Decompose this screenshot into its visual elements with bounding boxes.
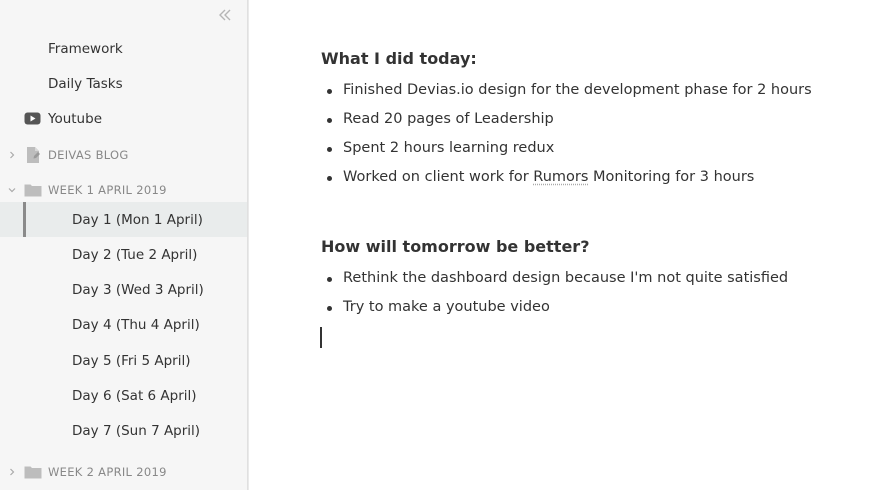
folder-icon xyxy=(24,464,42,480)
bullet-icon xyxy=(327,176,332,181)
chevron-down-icon[interactable] xyxy=(7,185,17,195)
sidebar-item-label: Day 4 (Thu 4 April) xyxy=(72,316,200,333)
editor[interactable]: What I did today: Finished Devias.io des… xyxy=(249,0,880,490)
sidebar: Framework Daily Tasks Youtube DEIVAS BLO… xyxy=(0,0,247,490)
bullet-icon xyxy=(327,277,332,282)
bullet-icon xyxy=(327,118,332,123)
sidebar-item-label: Day 5 (Fri 5 April) xyxy=(72,352,191,369)
bullet-icon xyxy=(327,147,332,152)
sidebar-item-daily-tasks[interactable]: Daily Tasks xyxy=(0,66,247,101)
list-item: Finished Devias.io design for the develo… xyxy=(327,82,812,98)
collapse-sidebar-button[interactable] xyxy=(216,8,234,26)
list-item-text: Rethink the dashboard design because I'm… xyxy=(343,270,789,286)
list-item: Worked on client work for Rumors Monitor… xyxy=(327,169,754,185)
sidebar-item-day-7[interactable]: Day 7 (Sun 7 April) xyxy=(0,413,247,448)
sidebar-item-label: Day 3 (Wed 3 April) xyxy=(72,281,204,298)
list-item: Read 20 pages of Leadership xyxy=(327,111,554,127)
sidebar-item-day-6[interactable]: Day 6 (Sat 6 April) xyxy=(0,378,247,413)
folder-icon xyxy=(24,182,42,198)
sidebar-item-youtube[interactable]: Youtube xyxy=(0,101,247,136)
text-segment: Monitoring for 3 hours xyxy=(588,169,755,185)
chevron-right-icon[interactable] xyxy=(7,150,17,160)
sidebar-item-label: Day 6 (Sat 6 April) xyxy=(72,387,197,404)
section-heading: What I did today: xyxy=(321,49,477,68)
notes-app: Framework Daily Tasks Youtube DEIVAS BLO… xyxy=(0,0,880,490)
sidebar-item-label: Daily Tasks xyxy=(48,75,123,92)
sidebar-item-label: Framework xyxy=(48,40,123,57)
sidebar-item-week-2[interactable]: WEEK 2 APRIL 2019 xyxy=(0,454,247,489)
sidebar-item-framework[interactable]: Framework xyxy=(0,31,247,66)
bullet-icon xyxy=(327,306,332,311)
selection-indicator xyxy=(23,202,26,237)
list-item: Spent 2 hours learning redux xyxy=(327,140,555,156)
list-item-text: Try to make a youtube video xyxy=(343,299,550,315)
list-item: Try to make a youtube video xyxy=(327,299,550,315)
list-item-text: Spent 2 hours learning redux xyxy=(343,140,555,156)
sidebar-item-day-1[interactable]: Day 1 (Mon 1 April) xyxy=(0,202,247,237)
sidebar-item-day-4[interactable]: Day 4 (Thu 4 April) xyxy=(0,307,247,342)
sidebar-item-label: DEIVAS BLOG xyxy=(48,147,129,162)
spellcheck-word[interactable]: Rumors xyxy=(533,169,588,185)
sidebar-item-label: Day 7 (Sun 7 April) xyxy=(72,422,201,439)
sidebar-item-label: Day 2 (Tue 2 April) xyxy=(72,246,198,263)
sidebar-item-label: WEEK 1 APRIL 2019 xyxy=(48,182,167,197)
list-item-text: Read 20 pages of Leadership xyxy=(343,111,554,127)
text-segment: Worked on client work for xyxy=(343,169,534,185)
document-icon xyxy=(24,146,42,163)
bullet-icon xyxy=(327,89,332,94)
sidebar-item-deivas-blog[interactable]: DEIVAS BLOG xyxy=(0,137,247,172)
sidebar-item-label: WEEK 2 APRIL 2019 xyxy=(48,464,167,479)
sidebar-item-day-3[interactable]: Day 3 (Wed 3 April) xyxy=(0,272,247,307)
section-heading: How will tomorrow be better? xyxy=(321,237,590,256)
chevron-right-icon[interactable] xyxy=(7,467,17,477)
list-item-text: Finished Devias.io design for the develo… xyxy=(343,82,812,98)
list-item: Rethink the dashboard design because I'm… xyxy=(327,270,789,286)
double-chevron-left-icon xyxy=(219,9,231,21)
list-item-text: Worked on client work for Rumors Monitor… xyxy=(343,169,754,185)
youtube-icon xyxy=(23,111,41,127)
sidebar-item-day-5[interactable]: Day 5 (Fri 5 April) xyxy=(0,343,247,378)
sidebar-item-day-2[interactable]: Day 2 (Tue 2 April) xyxy=(0,237,247,272)
sidebar-item-label: Day 1 (Mon 1 April) xyxy=(72,211,203,228)
text-cursor xyxy=(320,327,322,348)
sidebar-item-label: Youtube xyxy=(48,110,102,127)
